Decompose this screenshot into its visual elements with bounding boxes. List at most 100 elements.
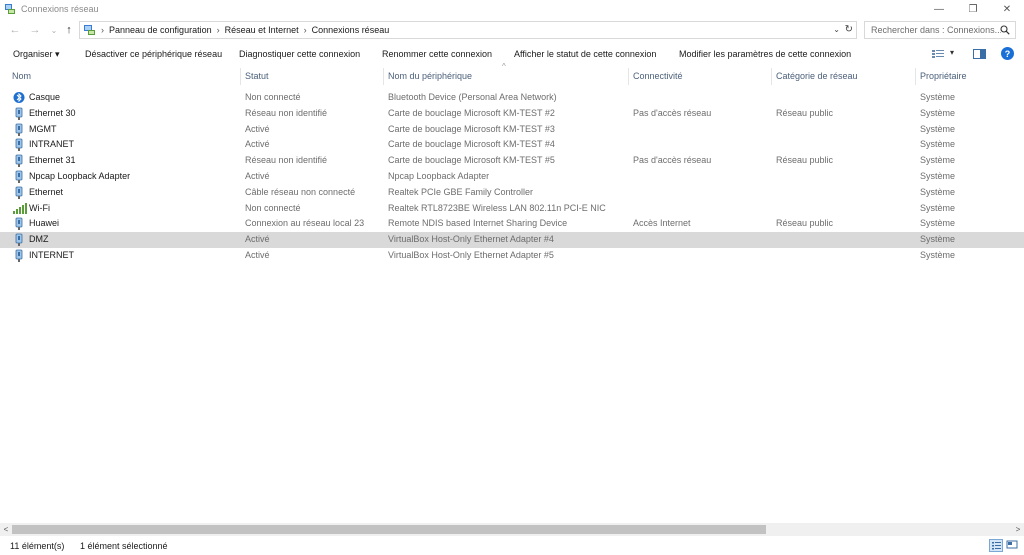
cell-device: VirtualBox Host-Only Ethernet Adapter #5 (388, 249, 554, 260)
cell-name: MGMT (29, 123, 57, 134)
column-divider[interactable] (383, 68, 384, 85)
breadcrumb-control-panel[interactable]: Panneau de configuration (109, 25, 212, 35)
refresh-icon[interactable]: ↻ (845, 24, 853, 35)
connection-row[interactable]: Wi-Fi Non connecté Realtek RTL8723BE Wirel… (0, 201, 1024, 217)
organize-button[interactable]: Organiser ▾ (13, 49, 60, 60)
cell-category: Réseau public (776, 218, 834, 229)
cell-status: Non connecté (245, 92, 301, 102)
cell-name: Npcap Loopback Adapter (29, 170, 131, 181)
cell-device: Carte de bouclage Microsoft KM-TEST #5 (388, 155, 555, 166)
scrollbar-thumb[interactable] (12, 525, 766, 534)
rename-connection-button[interactable]: Renommer cette connexion (382, 49, 492, 59)
column-header-owner[interactable]: Propriétaire (920, 71, 967, 81)
view-dropdown-icon[interactable]: ▾ (950, 48, 954, 57)
column-header-row: Nom Statut Nom du périphérique Connectiv… (0, 68, 1024, 85)
control-panel-icon (83, 24, 96, 36)
cell-status: Activé (245, 249, 270, 260)
cell-status: Non connecté (245, 202, 301, 213)
cell-owner: Système (920, 155, 956, 166)
connection-row[interactable]: Casque Non connecté Bluetooth Device (Pers… (0, 90, 1024, 106)
back-button[interactable]: ← (8, 22, 22, 38)
network-adapter-icon (13, 107, 25, 120)
horizontal-scrollbar[interactable]: < > (0, 523, 1024, 536)
cell-device: Carte de bouclage Microsoft KM-TEST #2 (388, 107, 555, 118)
connection-row[interactable]: DMZ Activé VirtualBox Host-Only Ethernet A… (0, 232, 1024, 248)
connection-row[interactable]: MGMT Activé Carte de bouclage Microsoft KM… (0, 122, 1024, 138)
bluetooth-icon (13, 91, 25, 104)
cell-device: Carte de bouclage Microsoft KM-TEST #3 (388, 123, 555, 134)
large-icons-view-icon[interactable] (1006, 539, 1020, 552)
cell-device: Realtek RTL8723BE Wireless LAN 802.11n P… (388, 202, 606, 213)
search-box[interactable] (864, 21, 1016, 39)
connection-row[interactable]: Huawei Connexion au réseau local 23 Remote… (0, 216, 1024, 232)
column-header-category[interactable]: Catégorie de réseau (776, 71, 858, 81)
connection-row[interactable]: Ethernet Câble réseau non connecté Realtek… (0, 185, 1024, 201)
disable-device-button[interactable]: Désactiver ce périphérique réseau (85, 49, 222, 59)
column-divider[interactable] (240, 68, 241, 85)
cell-device: Bluetooth Device (Personal Area Network) (388, 92, 557, 102)
cell-connectivity: Accès Internet (633, 218, 691, 229)
cell-status: Câble réseau non connecté (245, 186, 356, 197)
network-adapter-icon (13, 217, 25, 231)
column-header-connectivity[interactable]: Connectivité (633, 71, 683, 81)
forward-arrow-icon: → (29, 24, 41, 36)
view-options-icon[interactable] (932, 48, 944, 62)
close-button[interactable]: ✕ (990, 0, 1024, 18)
help-icon[interactable]: ? (1001, 47, 1014, 60)
connection-row[interactable]: INTRANET Activé Carte de bouclage Microsof… (0, 137, 1024, 153)
breadcrumb-separator[interactable]: › (217, 25, 220, 35)
connection-row[interactable]: Npcap Loopback Adapter Activé Npcap Loopba… (0, 169, 1024, 185)
column-header-device[interactable]: Nom du périphérique (388, 71, 472, 81)
network-adapter-icon (13, 249, 25, 262)
cell-device: Carte de bouclage Microsoft KM-TEST #4 (388, 139, 555, 150)
restore-button[interactable]: ❐ (956, 0, 990, 18)
breadcrumb-network-connections[interactable]: Connexions réseau (312, 25, 390, 35)
connections-list: Casque Non connecté Bluetooth Device (Pers… (0, 90, 1024, 264)
minimize-button[interactable]: — (922, 0, 956, 18)
scroll-right-icon[interactable]: > (1012, 523, 1024, 536)
diagnose-connection-button[interactable]: Diagnostiquer cette connexion (239, 49, 360, 59)
network-adapter-icon (13, 170, 25, 183)
cell-status: Connexion au réseau local 23 (245, 218, 365, 229)
cell-name: INTRANET (29, 139, 74, 150)
change-settings-button[interactable]: Modifier les paramètres de cette connexi… (679, 49, 851, 59)
network-adapter-icon (13, 186, 25, 199)
cell-name: Casque (29, 92, 61, 102)
forward-button[interactable]: → (28, 22, 42, 38)
cell-connectivity: Pas d'accès réseau (633, 107, 712, 118)
address-bar[interactable]: › Panneau de configuration › Réseau et I… (79, 21, 857, 39)
details-view-icon[interactable] (989, 539, 1003, 552)
network-adapter-icon (13, 154, 25, 168)
title-bar: Connexions réseau — ❐ ✕ (0, 0, 1024, 18)
connection-row[interactable]: INTERNET Activé VirtualBox Host-Only Ether… (0, 248, 1024, 264)
preview-pane-icon[interactable] (973, 48, 986, 62)
connection-row[interactable]: Ethernet 30 Réseau non identifié Carte de … (0, 106, 1024, 122)
column-header-status[interactable]: Statut (245, 71, 269, 81)
up-button[interactable]: ↑ (62, 22, 76, 38)
cell-name: Wi-Fi (29, 202, 50, 213)
item-count: 11 élément(s) (10, 541, 65, 551)
cell-name: Ethernet (29, 186, 64, 197)
breadcrumb-separator: › (101, 25, 104, 35)
cell-name: INTERNET (29, 249, 74, 260)
chevron-down-icon: ⌄ (50, 25, 58, 35)
network-adapter-icon (13, 138, 25, 152)
cell-owner: Système (920, 202, 956, 213)
connection-row[interactable]: Ethernet 31 Réseau non identifié Carte de … (0, 153, 1024, 169)
search-input[interactable] (871, 25, 1001, 35)
address-dropdown-icon[interactable]: ⌄ (833, 25, 840, 34)
column-header-name[interactable]: Nom (12, 71, 31, 81)
column-divider[interactable] (628, 68, 629, 85)
scroll-left-icon[interactable]: < (0, 523, 12, 536)
recent-locations-button[interactable]: ⌄ (47, 22, 61, 38)
wifi-signal-icon (13, 202, 27, 215)
column-divider[interactable] (771, 68, 772, 85)
search-icon[interactable] (1000, 25, 1010, 35)
cell-owner: Système (920, 234, 956, 245)
minimize-icon: — (934, 3, 944, 15)
breadcrumb-network-internet[interactable]: Réseau et Internet (225, 25, 299, 35)
breadcrumb-separator[interactable]: › (304, 25, 307, 35)
column-divider[interactable] (915, 68, 916, 85)
cell-category: Réseau public (776, 155, 834, 166)
view-status-button[interactable]: Afficher le statut de cette connexion (514, 49, 656, 59)
